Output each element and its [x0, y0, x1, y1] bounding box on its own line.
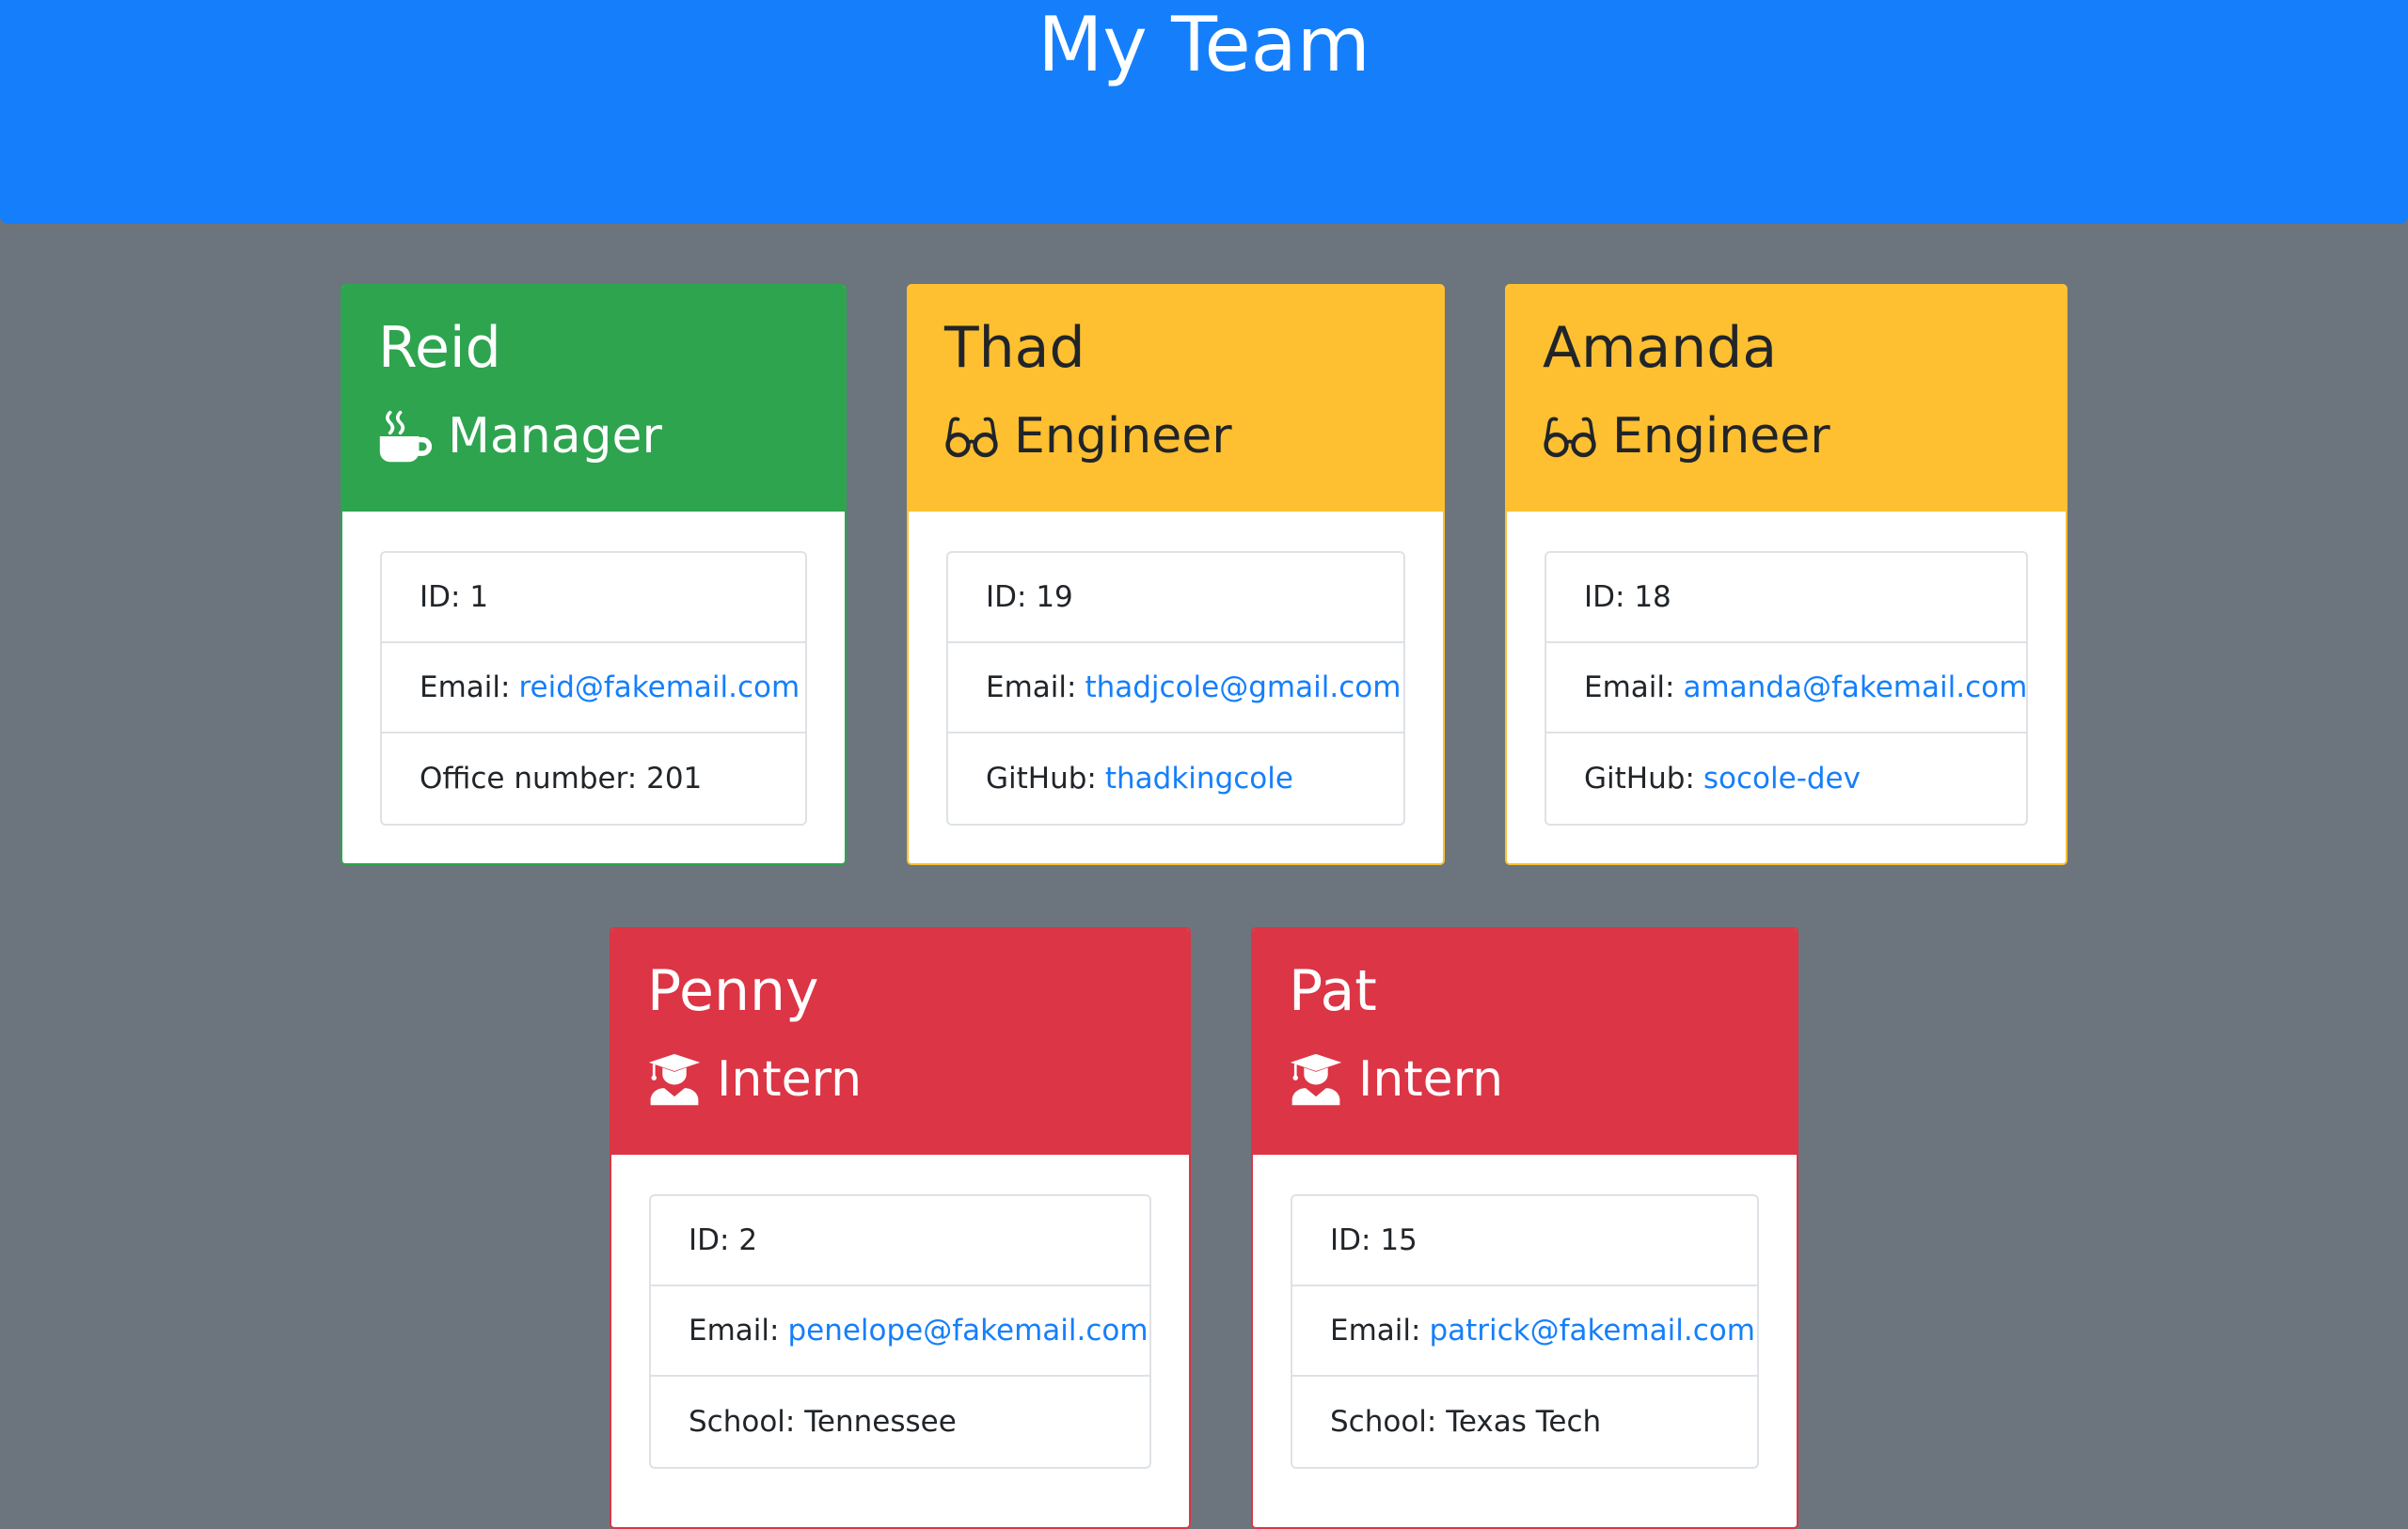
employee-role: Intern — [647, 1044, 862, 1115]
email-label: Email: — [1330, 1314, 1421, 1348]
id-label: ID: — [986, 580, 1027, 614]
role-label: Engineer — [1014, 408, 1232, 465]
employee-role: Engineer — [1543, 401, 1830, 472]
github-row: GitHub: socole-dev — [1546, 733, 2026, 824]
email-row: Email: reid@fakemail.com — [382, 643, 805, 733]
employee-card-thad: Thad Engineer ID: 19 Email: thadjcole@gma… — [907, 284, 1445, 865]
school-label: School: — [689, 1405, 796, 1439]
info-list: ID: 19 Email: thadjcole@gmail.com GitHub:… — [946, 551, 1405, 826]
email-row: Email: amanda@fakemail.com — [1546, 643, 2027, 733]
info-list: ID: 1 Email: reid@fakemail.com Office num… — [380, 551, 807, 826]
card-header: Thad Engineer — [909, 286, 1443, 512]
employee-card-reid: Reid Manager ID: 1 Email: reid@fakemail.c… — [341, 284, 847, 865]
office-number-row: Office number: 201 — [382, 733, 805, 824]
email-link[interactable]: reid@fakemail.com — [518, 670, 800, 704]
github-link[interactable]: thadkingcole — [1105, 762, 1293, 796]
card-header: Pat Intern — [1253, 929, 1797, 1155]
role-label: Intern — [1358, 1051, 1504, 1108]
card-header: Amanda Engineer — [1507, 286, 2066, 512]
id-row: ID: 1 — [382, 553, 805, 643]
email-row: Email: penelope@fakemail.com — [651, 1286, 1149, 1377]
email-link[interactable]: amanda@fakemail.com — [1683, 670, 2027, 704]
office-number-label: Office number: — [420, 762, 638, 796]
employee-card-penny: Penny Intern ID: 2 Email: penelope@fakema… — [610, 927, 1191, 1529]
school-value: Tennessee — [804, 1405, 957, 1439]
id-value: 18 — [1634, 580, 1671, 614]
role-label: Manager — [448, 408, 662, 465]
email-link[interactable]: penelope@fakemail.com — [787, 1314, 1148, 1348]
info-list: ID: 18 Email: amanda@fakemail.com GitHub:… — [1545, 551, 2028, 826]
id-label: ID: — [1330, 1223, 1371, 1257]
id-row: ID: 19 — [948, 553, 1403, 643]
email-link[interactable]: patrick@fakemail.com — [1429, 1314, 1755, 1348]
page-title: My Team — [1038, 1, 1370, 88]
role-label: Engineer — [1612, 408, 1830, 465]
school-row: School: Texas Tech — [1292, 1377, 1757, 1467]
employee-name: Amanda — [1543, 315, 1778, 381]
email-label: Email: — [986, 670, 1077, 704]
employee-name: Reid — [378, 315, 501, 381]
info-list: ID: 2 Email: penelope@fakemail.com School… — [649, 1194, 1151, 1469]
employee-name: Thad — [944, 315, 1085, 381]
id-value: 1 — [469, 580, 489, 614]
page-header: My Team — [0, 0, 2408, 224]
graduate-icon — [1289, 1052, 1343, 1107]
glasses-icon — [1543, 409, 1597, 464]
email-row: Email: patrick@fakemail.com — [1292, 1286, 1757, 1377]
info-list: ID: 15 Email: patrick@fakemail.com School… — [1291, 1194, 1759, 1469]
school-label: School: — [1330, 1405, 1437, 1439]
id-row: ID: 2 — [651, 1196, 1149, 1286]
id-value: 15 — [1380, 1223, 1418, 1257]
id-value: 19 — [1036, 580, 1073, 614]
coffee-mug-icon — [378, 409, 433, 464]
card-header: Penny Intern — [611, 929, 1189, 1155]
email-label: Email: — [689, 1314, 780, 1348]
email-row: Email: thadjcole@gmail.com — [948, 643, 1403, 733]
id-value: 2 — [738, 1223, 758, 1257]
employee-role: Manager — [378, 401, 662, 472]
id-label: ID: — [1584, 580, 1625, 614]
employee-role: Intern — [1289, 1044, 1503, 1115]
github-link[interactable]: socole-dev — [1703, 762, 1861, 796]
github-label: GitHub: — [1584, 762, 1695, 796]
school-value: Texas Tech — [1446, 1405, 1602, 1439]
card-header: Reid Manager — [342, 286, 845, 512]
glasses-icon — [944, 409, 999, 464]
graduate-icon — [647, 1052, 702, 1107]
email-label: Email: — [1584, 670, 1675, 704]
employee-role: Engineer — [944, 401, 1232, 472]
employee-name: Pat — [1289, 958, 1377, 1024]
school-row: School: Tennessee — [651, 1377, 1149, 1467]
id-label: ID: — [420, 580, 461, 614]
github-row: GitHub: thadkingcole — [948, 733, 1403, 824]
email-label: Email: — [420, 670, 511, 704]
email-link[interactable]: thadjcole@gmail.com — [1085, 670, 1401, 704]
role-label: Intern — [717, 1051, 863, 1108]
id-label: ID: — [689, 1223, 730, 1257]
employee-card-pat: Pat Intern ID: 15 Email: patrick@fakemail… — [1251, 927, 1798, 1529]
github-label: GitHub: — [986, 762, 1097, 796]
id-row: ID: 15 — [1292, 1196, 1757, 1286]
office-number-value: 201 — [646, 762, 703, 796]
id-row: ID: 18 — [1546, 553, 2026, 643]
employee-name: Penny — [647, 958, 819, 1024]
employee-card-amanda: Amanda Engineer ID: 18 Email: amanda@fake… — [1505, 284, 2067, 865]
